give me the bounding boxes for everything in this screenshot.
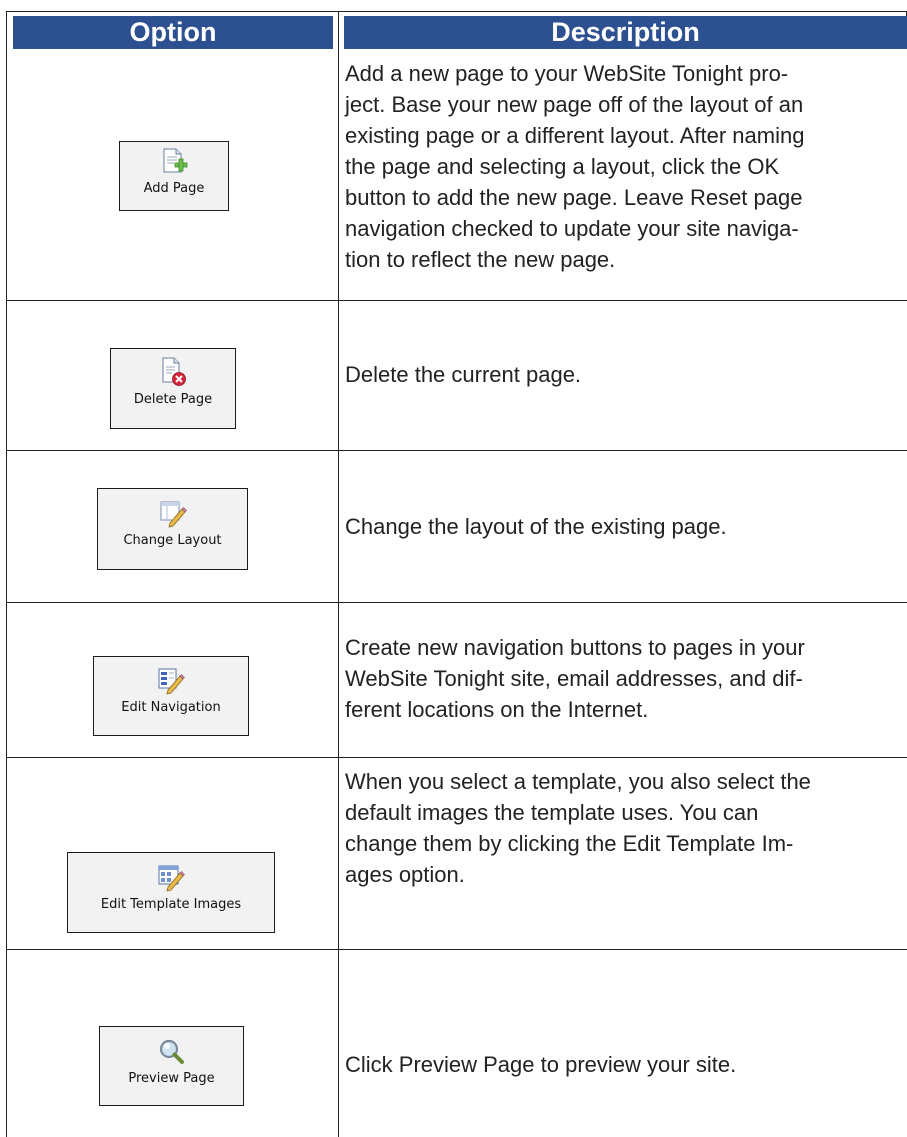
edit-template-images-description: When you select a template, you also sel… — [345, 769, 811, 887]
edit-navigation-button[interactable]: Edit Navigation — [93, 656, 249, 736]
column-divider — [338, 11, 339, 1137]
row-divider — [6, 602, 907, 603]
edit-navigation-icon — [158, 668, 185, 695]
edit-navigation-description: Create new navigation buttons to pages i… — [345, 635, 805, 722]
delete-page-label: Delete Page — [133, 392, 213, 407]
edit-template-images-button[interactable]: Edit Template Images — [67, 852, 275, 933]
row-divider — [6, 757, 907, 758]
add-page-button[interactable]: Add Page — [119, 141, 229, 211]
change-layout-button[interactable]: Change Layout — [97, 488, 248, 570]
table-border-left — [6, 11, 7, 1137]
change-layout-description: Change the layout of the existing page. — [345, 514, 727, 539]
add-page-label: Add Page — [143, 181, 205, 196]
preview-page-button[interactable]: Preview Page — [99, 1026, 244, 1106]
row-divider — [6, 949, 907, 950]
add-page-description: Add a new page to your WebSite Tonight p… — [345, 61, 805, 272]
table-border-top — [6, 11, 907, 12]
add-page-icon — [163, 148, 188, 173]
delete-page-description: Delete the current page. — [345, 362, 582, 387]
row-divider — [6, 450, 907, 451]
options-table: Option Description Add Page Add a new pa… — [0, 0, 907, 1137]
delete-page-icon — [162, 357, 186, 386]
header-option: Option — [13, 16, 333, 49]
edit-template-images-label: Edit Template Images — [100, 897, 242, 912]
change-layout-label: Change Layout — [123, 533, 222, 548]
header-description: Description — [344, 16, 907, 49]
preview-page-description: Click Preview Page to preview your site. — [345, 1052, 737, 1077]
edit-template-images-icon — [158, 865, 185, 892]
delete-page-button[interactable]: Delete Page — [110, 348, 236, 429]
magnifier-icon — [159, 1039, 184, 1064]
preview-page-label: Preview Page — [128, 1071, 215, 1086]
change-layout-icon — [160, 501, 187, 528]
row-divider — [6, 300, 907, 301]
edit-navigation-label: Edit Navigation — [121, 700, 221, 715]
